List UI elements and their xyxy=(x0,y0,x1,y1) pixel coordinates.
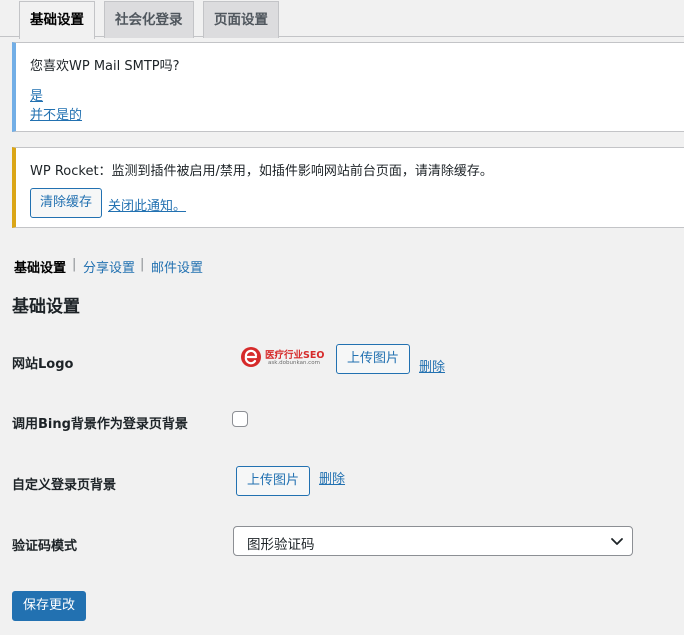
wp-rocket-message: WP Rocket：监测到插件被启用/禁用，如插件影响网站前台页面，请清除缓存。 xyxy=(30,164,493,179)
bing-background-label: 调用Bing背景作为登录页背景 xyxy=(12,417,188,432)
subnav-separator: | xyxy=(140,257,145,272)
tab-basic-settings[interactable]: 基础设置 xyxy=(19,1,95,39)
captcha-mode-value: 图形验证码 xyxy=(247,537,315,553)
wp-rocket-cache-notice: WP Rocket：监测到插件被启用/禁用，如插件影响网站前台页面，请清除缓存。… xyxy=(12,147,684,228)
tab-page-settings[interactable]: 页面设置 xyxy=(203,1,279,38)
subnav-separator: | xyxy=(72,257,77,272)
subnav-current-basic: 基础设置 xyxy=(14,261,67,276)
delete-logo-link[interactable]: 删除 xyxy=(419,356,445,375)
bing-background-checkbox[interactable] xyxy=(232,411,248,427)
site-logo-label: 网站Logo xyxy=(12,357,74,372)
dismiss-notice-link[interactable]: 关闭此通知。 xyxy=(108,195,186,214)
logo-brand-text: 医疗行业SEO xyxy=(265,350,325,361)
section-title: 基础设置 xyxy=(12,297,80,317)
subnav-mail-link[interactable]: 邮件设置 xyxy=(151,257,203,276)
smtp-no-link[interactable]: 并不是的 xyxy=(30,104,82,123)
delete-background-link[interactable]: 删除 xyxy=(319,468,345,487)
chevron-down-icon xyxy=(611,538,623,545)
smtp-yes-link[interactable]: 是 xyxy=(30,85,43,104)
settings-tabs: 基础设置 社会化登录 页面设置 xyxy=(0,0,684,39)
smtp-review-notice: 您喜欢WP Mail SMTP吗? 是 并不是的 xyxy=(12,42,684,132)
captcha-mode-label: 验证码模式 xyxy=(12,539,78,554)
save-changes-button[interactable]: 保存更改 xyxy=(12,591,86,621)
site-logo-image: 医疗行业SEO ask.dobunkan.com xyxy=(240,344,325,370)
captcha-mode-select[interactable]: 图形验证码 xyxy=(233,526,633,556)
upload-logo-button[interactable]: 上传图片 xyxy=(336,344,410,374)
tab-social-login[interactable]: 社会化登录 xyxy=(104,1,194,38)
upload-background-button[interactable]: 上传图片 xyxy=(236,466,310,496)
logo-mark-icon xyxy=(241,347,261,367)
custom-background-label: 自定义登录页背景 xyxy=(12,478,117,493)
logo-domain-text: ask.dobunkan.com xyxy=(268,360,320,366)
subnav-share-link[interactable]: 分享设置 xyxy=(83,257,135,276)
clear-cache-button[interactable]: 清除缓存 xyxy=(30,188,102,218)
smtp-question-text: 您喜欢WP Mail SMTP吗? xyxy=(30,59,180,74)
